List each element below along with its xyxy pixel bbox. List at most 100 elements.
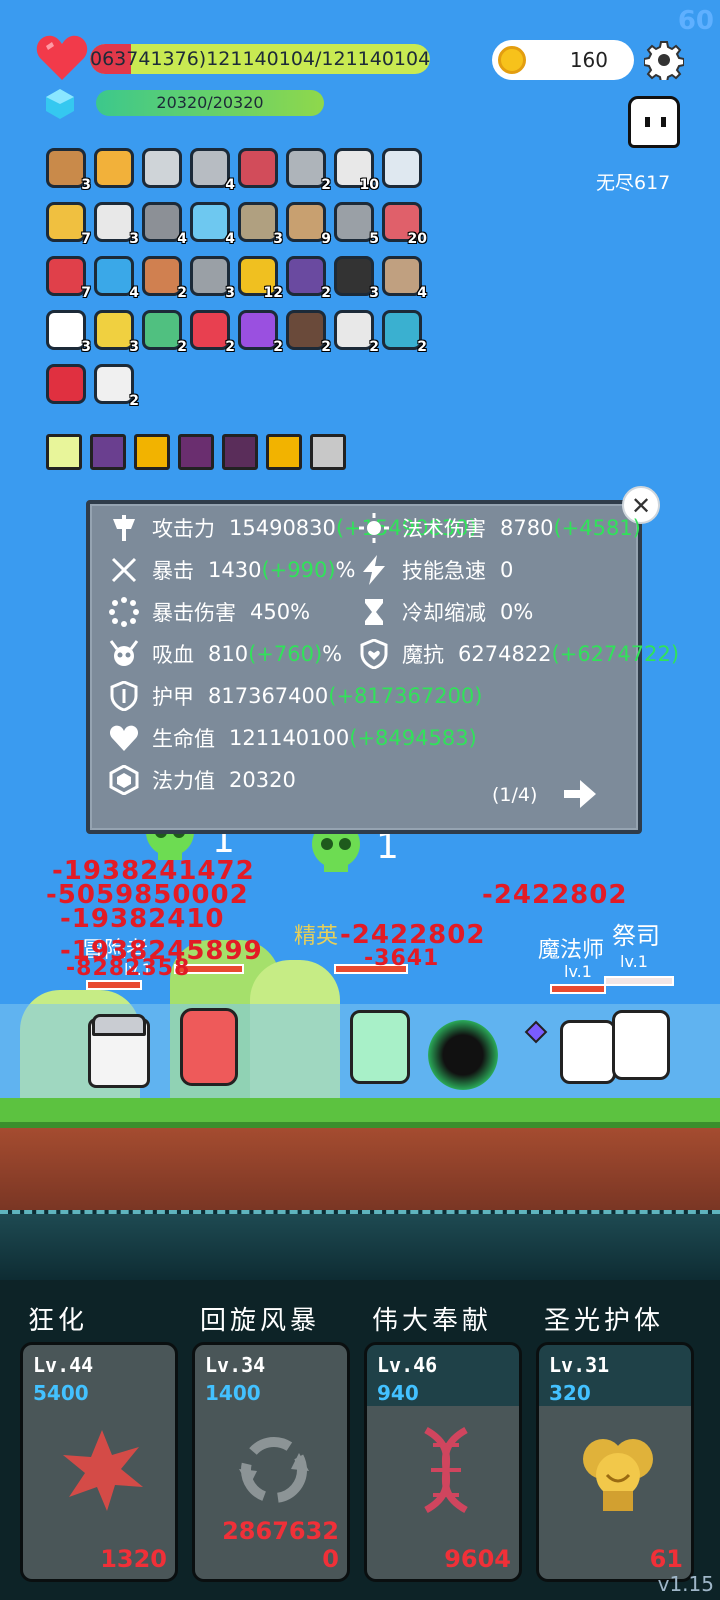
sword-icon[interactable]: 2 <box>286 148 331 193</box>
red-golem-sprite <box>180 1008 238 1086</box>
helmet-icon[interactable]: 4 <box>142 202 187 247</box>
ghost-knight-sprite <box>350 1010 410 1084</box>
stat-mana: 法力值 20320 <box>108 764 296 796</box>
skill-name-whirlwind: 回旋风暴 <box>200 1306 321 1336</box>
horned-skull-icon <box>108 638 140 670</box>
sun-icon <box>358 512 390 544</box>
dice-icon[interactable]: 3 <box>94 202 139 247</box>
sunflower-icon[interactable]: 12 <box>238 256 283 301</box>
shadow-buff-icon[interactable] <box>134 434 170 470</box>
ring-icon[interactable]: 7 <box>46 202 91 247</box>
figure-icon[interactable]: 2 <box>142 310 187 355</box>
arrows-icon[interactable]: 3 <box>238 202 283 247</box>
elite-label: 精英 <box>294 924 339 949</box>
item-count: 2 <box>321 285 331 301</box>
void-buff-icon[interactable] <box>222 434 258 470</box>
coconut-icon[interactable]: 4 <box>382 256 427 301</box>
shield-icon <box>108 680 140 712</box>
burst-icon <box>63 1430 143 1511</box>
bulb-icon[interactable]: 2 <box>334 310 379 355</box>
wand-icon[interactable]: 3 <box>94 310 139 355</box>
potion-icon[interactable]: 4 <box>190 202 235 247</box>
heart-icon <box>36 35 88 80</box>
lightning-icon <box>358 554 390 586</box>
mage-hp-bar <box>550 984 606 994</box>
hook-icon[interactable]: 3 <box>190 256 235 301</box>
item-count: 2 <box>177 285 187 301</box>
item-count: 3 <box>81 177 91 193</box>
priest-name-label: 祭司 <box>612 922 660 950</box>
ghost-icon[interactable]: 3 <box>46 310 91 355</box>
crest-icon[interactable]: 20 <box>382 202 427 247</box>
damage-number: -19382410 <box>60 904 225 934</box>
stat-crit-damage: 暴击伤害 450% <box>108 596 310 628</box>
coin-counter[interactable]: 160 <box>492 40 634 80</box>
stat-magic-damage: 法术伤害 8780 (+4581) <box>358 512 641 544</box>
item-count: 2 <box>321 177 331 193</box>
item-count: 2 <box>321 339 331 355</box>
stat-crit: 暴击 1430 (+990)% <box>108 554 356 586</box>
target-icon[interactable] <box>382 148 422 188</box>
grass-ground <box>0 1098 720 1128</box>
coin-icon <box>498 46 526 74</box>
item-count: 2 <box>177 339 187 355</box>
skill-card-holy-shield[interactable]: Lv.31 320 61 <box>536 1342 694 1582</box>
priest-sprite <box>612 1010 670 1080</box>
shield-icon[interactable]: 3 <box>46 148 91 193</box>
hat-icon[interactable]: 2 <box>286 256 331 301</box>
strawberry-icon[interactable]: 7 <box>46 256 91 301</box>
bow-icon[interactable]: 9 <box>286 202 331 247</box>
armor-buff-icon[interactable] <box>266 434 302 470</box>
item-count: 3 <box>81 339 91 355</box>
pill-icon[interactable]: 10 <box>334 148 379 193</box>
skill-card-whirlwind[interactable]: Lv.34 1400 2867632 0 <box>192 1342 350 1582</box>
coin-amount: 160 <box>569 48 608 72</box>
door-icon[interactable]: 2 <box>286 310 331 355</box>
mana-gem-icon <box>46 89 74 119</box>
mail-icon[interactable]: 2 <box>94 364 139 409</box>
item-count: 4 <box>225 177 235 193</box>
item-count: 2 <box>129 393 139 409</box>
mana-text: 20320/20320 <box>156 93 264 112</box>
item-count: 7 <box>81 231 91 247</box>
stat-health: 生命值 121140100 (+8494583) <box>108 722 477 754</box>
version-label: v1.15 <box>657 1572 714 1596</box>
orb-icon[interactable]: 2 <box>238 310 283 355</box>
skill-card-berserk[interactable]: Lv.44 5400 1320 <box>20 1342 178 1582</box>
item-count: 4 <box>129 285 139 301</box>
ghost-companion-icon[interactable] <box>628 96 680 148</box>
dark-buff-icon[interactable] <box>178 434 214 470</box>
gem-icon[interactable]: 4 <box>94 256 139 301</box>
item-count: 3 <box>129 231 139 247</box>
axe-buff-icon[interactable] <box>310 434 346 470</box>
skill-card-devotion[interactable]: Lv.46 940 9604 <box>364 1342 522 1582</box>
fps-counter: 60 <box>677 6 714 36</box>
mace-icon[interactable]: 5 <box>334 202 379 247</box>
mage-level-label: lv.1 <box>564 962 592 981</box>
book-icon[interactable] <box>94 148 134 188</box>
item-count: 4 <box>417 285 427 301</box>
settings-gear-icon[interactable] <box>644 40 684 80</box>
next-page-arrow-icon[interactable] <box>562 778 598 810</box>
cupcake-icon[interactable]: 2 <box>142 256 187 301</box>
crossed-swords-icon <box>108 554 140 586</box>
demon-buff-icon[interactable] <box>90 434 126 470</box>
item-count: 3 <box>225 285 235 301</box>
hearts-icon[interactable]: 2 <box>190 310 235 355</box>
item-count: 3 <box>273 231 283 247</box>
axe-icon[interactable]: 4 <box>190 148 235 193</box>
damage-number: -2422802 <box>482 880 628 910</box>
item-count: 4 <box>177 231 187 247</box>
heart-icon <box>108 722 140 754</box>
jar-icon[interactable] <box>238 148 278 188</box>
stat-ability-haste: 技能急速 0 <box>358 554 513 586</box>
pot-icon[interactable]: 3 <box>334 256 379 301</box>
sword-icon[interactable] <box>142 148 182 188</box>
light-buff-icon[interactable] <box>46 434 82 470</box>
apple-icon[interactable] <box>46 364 86 404</box>
item-count: 10 <box>359 177 379 193</box>
stat-armor: 护甲 817367400 (+817367200) <box>108 680 482 712</box>
item-count: 12 <box>263 285 283 301</box>
stat-cooldown: 冷却缩减 0% <box>358 596 533 628</box>
chat-icon[interactable]: 2 <box>382 310 427 355</box>
